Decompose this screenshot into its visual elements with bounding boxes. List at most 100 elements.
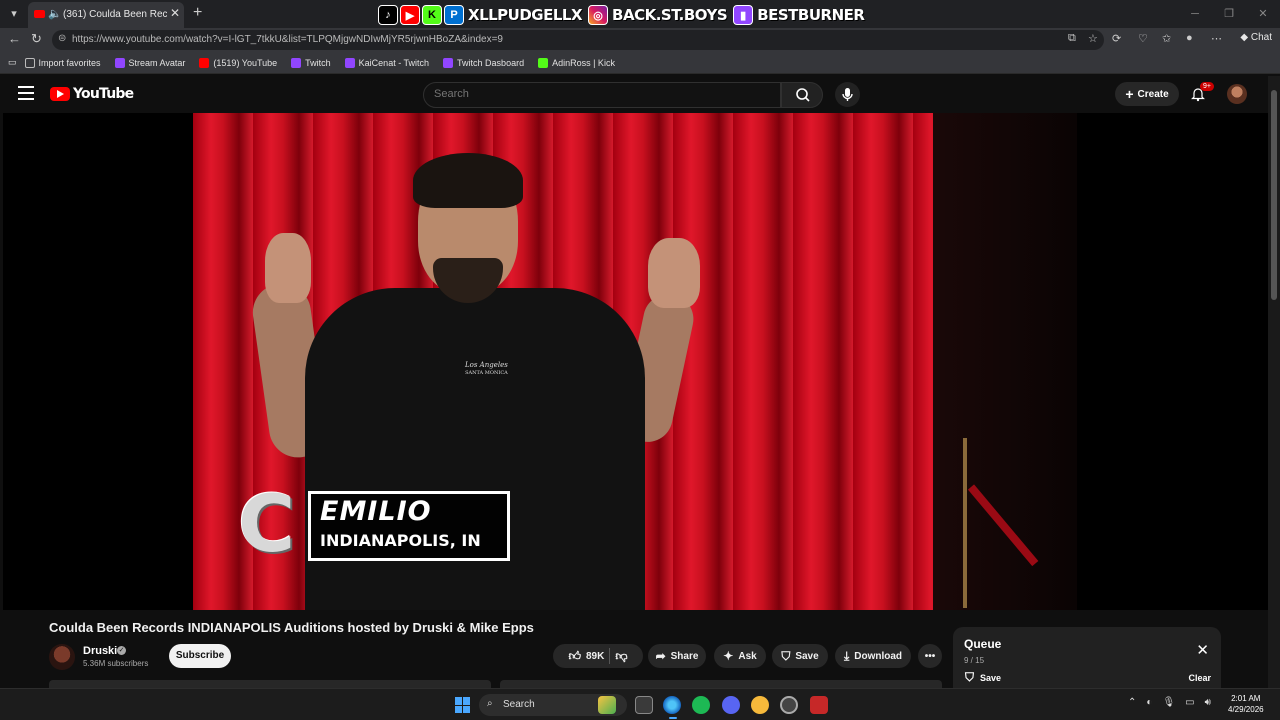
search-input[interactable] (434, 88, 764, 100)
create-label: Create (1137, 88, 1169, 100)
close-queue-icon[interactable]: ✕ (1196, 641, 1209, 659)
bookmark-label: Stream Avatar (128, 57, 186, 68)
page-scrollbar[interactable] (1268, 76, 1280, 688)
widgets-icon[interactable] (598, 696, 616, 714)
url-field[interactable]: ⊜ https://www.youtube.com/watch?v=I-lGT_… (52, 30, 1104, 50)
app-icon-yellow[interactable] (751, 696, 769, 714)
task-view-icon[interactable] (635, 696, 653, 714)
thumbs-up-icon: 👍︎ (568, 648, 581, 663)
close-tab-icon[interactable]: ✕ (170, 6, 180, 20)
queue-save-button[interactable]: ⛉ Save (965, 670, 1001, 685)
overlay-handle-2: BACK.ST.BOYS (612, 6, 728, 24)
sparkle-icon: ✦ (723, 649, 734, 663)
share-arrow-icon: ➦ (655, 649, 666, 663)
account-avatar[interactable] (1227, 84, 1247, 104)
tray-app-icon[interactable]: ◐ (1146, 697, 1152, 708)
contestant-city: INDIANAPOLIS, IN (320, 531, 481, 550)
save-button[interactable]: ⛉ Save (772, 644, 828, 668)
app-icon-red[interactable] (810, 696, 828, 714)
twitch-icon (443, 57, 454, 68)
ask-button[interactable]: ✦ Ask (714, 644, 766, 668)
new-tab-icon[interactable]: + (193, 4, 202, 22)
copilot-chat-button[interactable]: ◆ Chat (1240, 32, 1272, 43)
refresh-icon[interactable]: ↻ (31, 31, 42, 47)
overlay-handle-1: XLLPUDGELLX (468, 6, 583, 24)
url-text[interactable]: https://www.youtube.com/watch?v=I-lGT_7t… (72, 34, 503, 45)
video-player[interactable]: Los Angeles SANTA MONICA C EMILIO INDIAN… (3, 113, 1268, 610)
taskbar-clock[interactable]: 2:01 AM 4/29/2026 (1228, 693, 1264, 715)
taskbar-search-label: Search (503, 699, 535, 710)
share-label: Share (670, 650, 699, 662)
back-icon[interactable]: ← (8, 31, 21, 46)
chat-label: Chat (1250, 32, 1272, 43)
more-menu-icon[interactable]: ⋯ (1211, 32, 1222, 45)
edge-browser-icon[interactable] (663, 696, 681, 714)
browser-tab-active[interactable]: 🔈 (361) Coulda Been Records IN ✕ (28, 2, 184, 28)
youtube-play-icon (50, 87, 70, 101)
speaker-icon[interactable]: 🔈 (48, 7, 62, 20)
site-info-icon[interactable]: ⊜ (58, 33, 66, 44)
split-screen-icon[interactable]: ⧉ (1068, 32, 1076, 45)
favorites-icon[interactable]: ✩ (1162, 32, 1171, 45)
twitch-icon (114, 57, 125, 68)
bookmark-item[interactable]: Twitch Dasboard (443, 57, 524, 68)
spotify-icon[interactable] (692, 696, 710, 714)
tiktok-icon: ♪ (378, 5, 398, 25)
profile-icon[interactable]: ● (1186, 32, 1193, 44)
search-box[interactable] (423, 82, 781, 108)
performer-hair (413, 153, 523, 208)
scrollbar-thumb[interactable] (1271, 90, 1277, 300)
queue-clear-button[interactable]: Clear (1188, 673, 1211, 683)
minimize-icon[interactable]: ─ (1178, 0, 1212, 28)
hamburger-menu-icon[interactable] (18, 86, 34, 100)
bookmark-item[interactable]: Stream Avatar (114, 57, 186, 68)
queue-save-label: Save (980, 672, 1002, 683)
dislike-button[interactable]: 👎︎ (615, 649, 627, 664)
tray-display-icon[interactable]: ▭ (1185, 697, 1194, 708)
share-button[interactable]: ➦ Share (648, 644, 706, 668)
more-dots-icon: ••• (924, 650, 936, 662)
bookmark-item[interactable]: Import favorites (24, 57, 101, 68)
overlay-handle-3: BESTBURNER (757, 6, 865, 24)
contestant-name: EMILIO (320, 496, 432, 527)
youtube-logo-text: YouTube (73, 86, 134, 102)
bookmark-icon: ⛉ (781, 648, 791, 663)
search-button[interactable] (781, 82, 823, 108)
download-button[interactable]: ⤓ Download (835, 644, 911, 668)
maximize-icon[interactable]: ❐ (1212, 0, 1246, 28)
steam-icon[interactable] (780, 696, 798, 714)
favorite-star-icon[interactable]: ☆ (1088, 32, 1098, 45)
browser-essentials-icon[interactable]: ♡ (1138, 32, 1148, 45)
discord-icon[interactable] (722, 696, 740, 714)
tab-list-chevron-icon[interactable]: ▾ (4, 4, 24, 24)
channel-name[interactable]: Druski (83, 645, 117, 657)
tray-microphone-icon[interactable]: 🎙︎ (1162, 697, 1175, 708)
download-label: Download (854, 650, 903, 662)
kick-icon: K (422, 5, 442, 25)
bookmark-item[interactable]: AdinRoss | Kick (538, 57, 615, 68)
search-icon (796, 88, 810, 102)
youtube-logo[interactable]: YouTube (50, 86, 134, 102)
extensions-icon[interactable]: ⟳ (1112, 32, 1121, 45)
tray-expand-chevron-icon[interactable]: ⌃ (1128, 697, 1136, 708)
windows-start-icon[interactable] (455, 697, 471, 713)
youtube-icon (199, 57, 210, 68)
bookmark-item[interactable]: Twitch (291, 57, 331, 68)
below-video-panel-left (49, 680, 491, 688)
youtube-header: YouTube + Create 9+ (0, 76, 1268, 114)
search-icon: ⌕ (487, 698, 493, 709)
create-button[interactable]: + Create (1115, 82, 1179, 106)
like-button[interactable]: 👍︎ 89K (568, 649, 604, 664)
channel-avatar[interactable] (49, 644, 75, 670)
voice-search-button[interactable] (835, 82, 860, 107)
more-actions-button[interactable]: ••• (918, 644, 942, 668)
bookmark-collections-icon[interactable]: ▭ (8, 57, 17, 68)
close-window-icon[interactable]: ✕ (1246, 0, 1280, 28)
tray-volume-icon[interactable]: 🔊︎ (1205, 697, 1211, 708)
video-frame[interactable]: Los Angeles SANTA MONICA C EMILIO INDIAN… (193, 113, 1077, 610)
like-dislike-group: 👍︎ 89K 👎︎ (553, 644, 643, 668)
download-icon: ⤓ (843, 648, 850, 663)
bookmark-item[interactable]: KaiCenat - Twitch (344, 57, 429, 68)
subscribe-button[interactable]: Subscribe (169, 644, 231, 668)
bookmark-item[interactable]: (1519) YouTube (199, 57, 277, 68)
